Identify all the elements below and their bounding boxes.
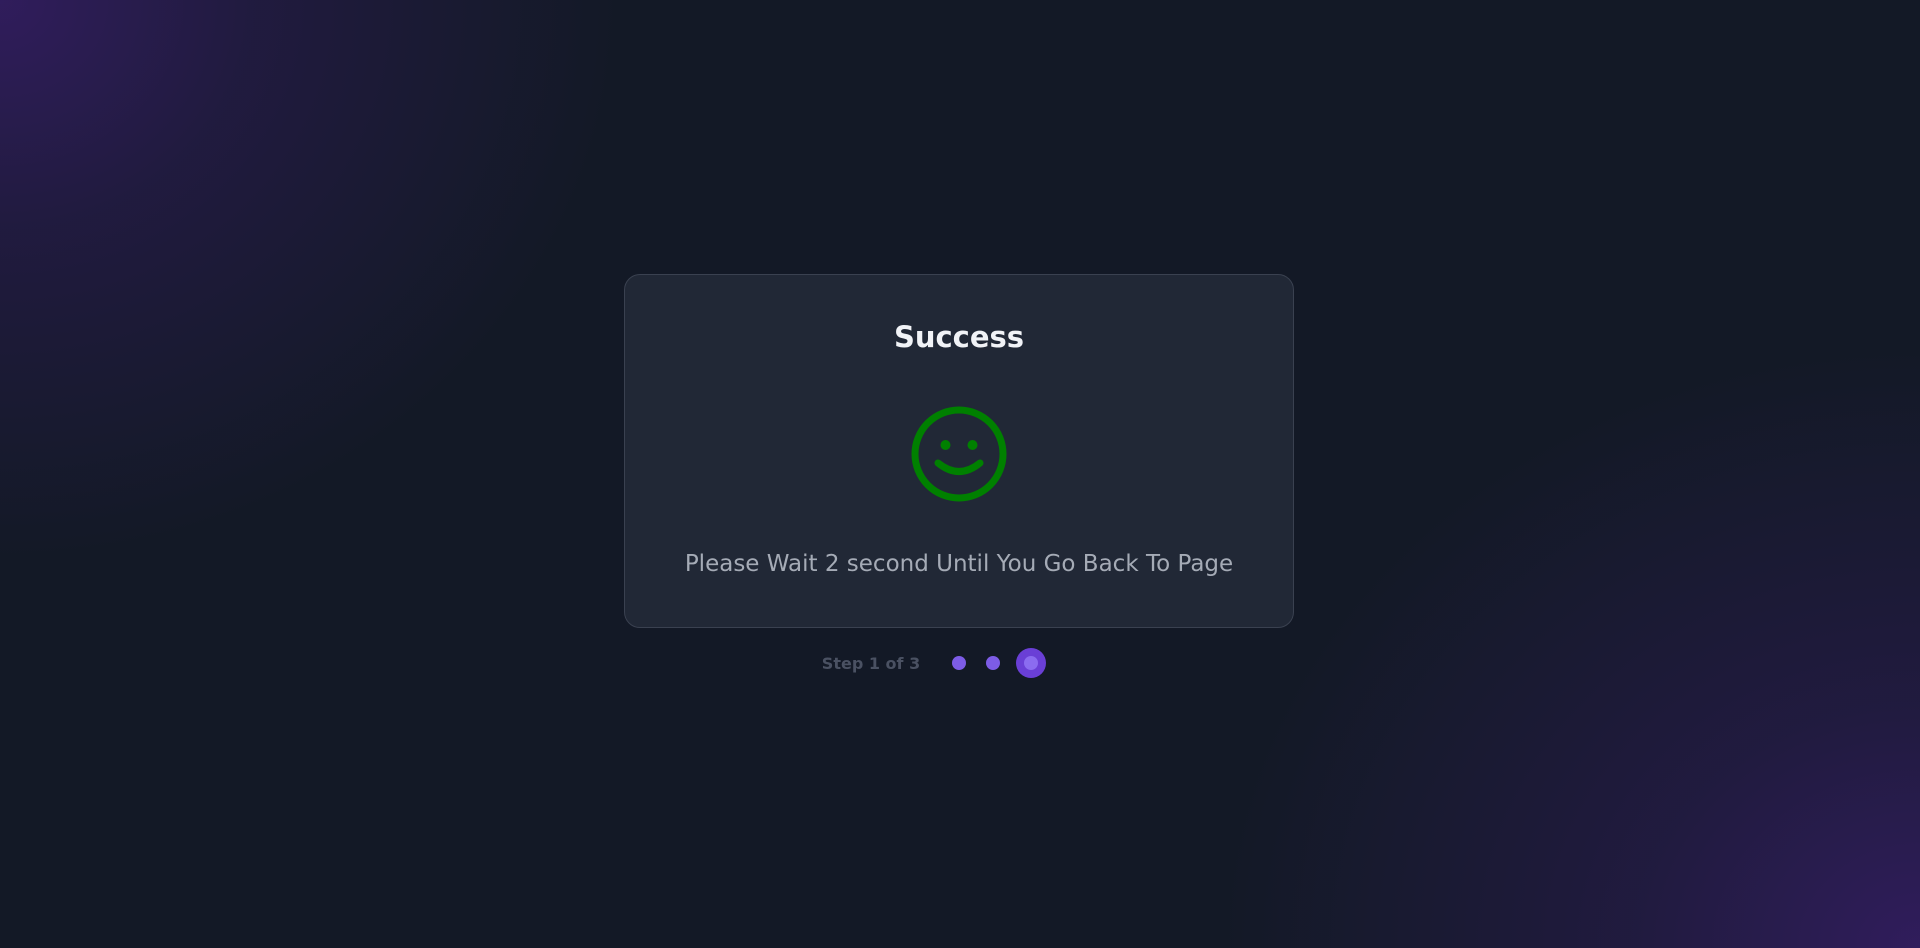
- step-dot-2: [986, 656, 1001, 670]
- dialog-message: Please Wait 2 second Until You Go Back T…: [684, 551, 1234, 577]
- step-dot-1: [952, 656, 967, 670]
- dialog-title: Success: [893, 320, 1025, 354]
- smiley-icon: [911, 406, 1007, 502]
- success-dialog: Success Please Wait 2 second Until You G…: [624, 274, 1294, 628]
- step-dot-3-active: [1016, 648, 1047, 678]
- step-indicator: Step 1 of 3: [0, 648, 1920, 678]
- step-label: Step 1 of 3: [821, 653, 921, 673]
